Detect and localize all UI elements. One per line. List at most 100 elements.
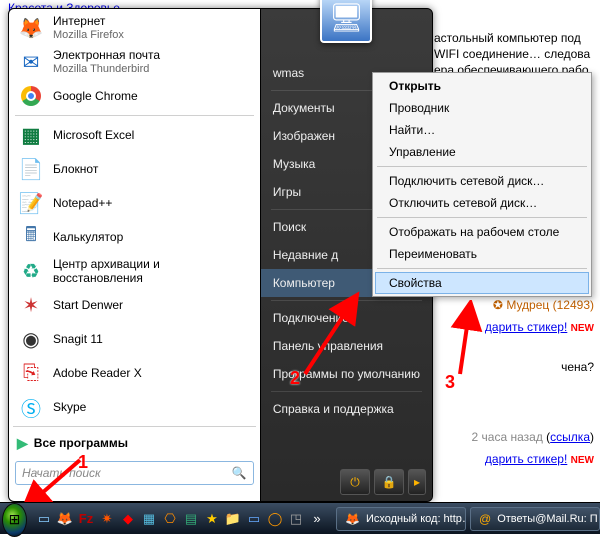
task-button-label: Ответы@Mail.Ru: П… <box>497 513 600 525</box>
cm-show-on-desktop[interactable]: Отображать на рабочем столе <box>375 221 589 243</box>
sticker-link[interactable]: дарить стикер! <box>485 320 567 334</box>
program-snagit[interactable]: ◉ Snagit 11 <box>11 322 258 356</box>
excel-icon: ▦ <box>17 121 45 149</box>
ql-filezilla-icon[interactable]: Fz <box>77 510 95 528</box>
cm-manage[interactable]: Управление <box>375 141 589 163</box>
ql-app-icon[interactable]: ▦ <box>140 510 158 528</box>
sticker-link[interactable]: дарить стикер! <box>485 452 567 466</box>
separator <box>271 300 422 301</box>
chrome-icon <box>17 82 45 110</box>
search-placeholder: Начать поиск <box>22 466 101 480</box>
program-notepadpp[interactable]: 📝 Notepad++ <box>11 186 258 220</box>
cm-map-drive[interactable]: Подключить сетевой диск… <box>375 170 589 192</box>
separator <box>377 268 587 269</box>
pinned-programs-list: 🦊 ИнтернетMozilla Firefox ✉ Электронная … <box>9 9 260 424</box>
start-button[interactable]: ⊞ <box>2 503 27 537</box>
task-button-mailru[interactable]: @ Ответы@Mail.Ru: П… <box>470 507 600 531</box>
notepad-icon: 📄 <box>17 155 45 183</box>
cm-rename[interactable]: Переименовать <box>375 243 589 265</box>
user-picture[interactable]: 🖥 <box>320 0 372 43</box>
user-rating: (12493) <box>553 298 594 312</box>
program-notepad[interactable]: 📄 Блокнот <box>11 152 258 186</box>
cm-properties[interactable]: Свойства <box>375 272 589 294</box>
new-badge: NEW <box>571 455 594 466</box>
quick-launch-bar: ▭ 🦊 Fz ✷ ◆ ▦ ⎔ ▤ ★ 📁 ▭ ◯ ◳ » <box>35 510 326 528</box>
search-input[interactable]: Начать поиск 🔍 <box>15 461 254 485</box>
thunderbird-icon: ✉ <box>17 48 45 76</box>
windows-logo-icon: ⊞ <box>9 511 21 528</box>
program-skype[interactable]: Ⓢ Skype <box>11 390 258 424</box>
separator <box>271 391 422 392</box>
step-label-1: 1 <box>78 452 88 473</box>
program-calculator[interactable]: 🖩 Калькулятор <box>11 220 258 254</box>
program-email[interactable]: ✉ Электронная почтаMozilla Thunderbird <box>11 45 258 79</box>
right-item-default-programs[interactable]: Программы по умолчанию <box>261 360 432 388</box>
right-item-control-panel[interactable]: Панель управления <box>261 332 432 360</box>
bg-text: астольный компьютер под <box>434 30 594 46</box>
mailru-icon: @ <box>479 512 491 526</box>
notepadpp-icon: 📝 <box>17 189 45 217</box>
start-menu: 🦊 ИнтернетMozilla Firefox ✉ Электронная … <box>8 8 433 502</box>
separator <box>13 426 256 427</box>
ql-chevron-icon[interactable]: » <box>308 510 326 528</box>
power-icon: ⏻ <box>350 475 360 490</box>
permalink[interactable]: ссылка <box>550 430 590 444</box>
separator <box>15 115 254 116</box>
lock-button[interactable]: 🔒 <box>374 469 404 495</box>
lock-icon: 🔒 <box>382 475 397 489</box>
separator <box>377 166 587 167</box>
task-button-label: Исходный код: http… <box>366 513 466 525</box>
bg-text: WIFI соединение… следова <box>434 46 594 62</box>
denwer-icon: ✶ <box>17 291 45 319</box>
ql-explorer-icon[interactable]: 📁 <box>224 510 242 528</box>
all-programs-button[interactable]: ▶ Все программы <box>9 429 260 457</box>
right-item-help[interactable]: Справка и поддержка <box>261 395 432 423</box>
program-excel[interactable]: ▦ Microsoft Excel <box>11 118 258 152</box>
user-rank[interactable]: Мудрец <box>506 298 549 312</box>
cm-open[interactable]: Открыть <box>375 75 589 97</box>
ql-app-icon[interactable]: ▤ <box>182 510 200 528</box>
ql-app-icon[interactable]: ◆ <box>119 510 137 528</box>
ql-app-icon[interactable]: ◯ <box>266 510 284 528</box>
backup-icon: ♻ <box>17 257 45 285</box>
ql-firefox-icon[interactable]: 🦊 <box>56 510 74 528</box>
firefox-icon: 🦊 <box>345 512 360 526</box>
taskbar-windows: 🦊 Исходный код: http… @ Ответы@Mail.Ru: … <box>336 507 600 531</box>
ql-app-icon[interactable]: ✷ <box>98 510 116 528</box>
start-menu-left-pane: 🦊 ИнтернетMozilla Firefox ✉ Электронная … <box>9 9 261 501</box>
cm-find[interactable]: Найти… <box>375 119 589 141</box>
power-button[interactable]: ⏻ <box>340 469 370 495</box>
taskbar: ⊞ ▭ 🦊 Fz ✷ ◆ ▦ ⎔ ▤ ★ 📁 ▭ ◯ ◳ » 🦊 Исходны… <box>0 502 600 534</box>
program-backup-center[interactable]: ♻ Центр архивации и восстановления <box>11 254 258 288</box>
search-icon: 🔍 <box>232 466 247 480</box>
cm-unmap-drive[interactable]: Отключить сетевой диск… <box>375 192 589 214</box>
ql-app-icon[interactable]: ★ <box>203 510 221 528</box>
program-internet[interactable]: 🦊 ИнтернетMozilla Firefox <box>11 11 258 45</box>
shutdown-buttons: ⏻ 🔒 ▸ <box>340 469 426 495</box>
ql-app-icon[interactable]: ⎔ <box>161 510 179 528</box>
ql-app-icon[interactable]: ▭ <box>245 510 263 528</box>
program-chrome[interactable]: Google Chrome <box>11 79 258 113</box>
right-item-connect[interactable]: Подключение <box>261 304 432 332</box>
question-fragment: чена? <box>561 360 594 374</box>
nick-icon: ✪ <box>493 298 506 312</box>
task-button-source[interactable]: 🦊 Исходный код: http… <box>336 507 466 531</box>
separator <box>377 217 587 218</box>
skype-icon: Ⓢ <box>17 393 45 421</box>
program-denwer[interactable]: ✶ Start Denwer <box>11 288 258 322</box>
time-ago: 2 часа назад <box>472 430 543 444</box>
arrow-right-icon: ▶ <box>17 435 28 452</box>
firefox-icon: 🦊 <box>17 14 45 42</box>
program-adobe-reader[interactable]: ⎘ Adobe Reader X <box>11 356 258 390</box>
ql-app-icon[interactable]: ◳ <box>287 510 305 528</box>
shutdown-options-button[interactable]: ▸ <box>408 469 426 495</box>
cm-explorer[interactable]: Проводник <box>375 97 589 119</box>
chevron-right-icon: ▸ <box>414 475 420 489</box>
step-label-3: 3 <box>445 372 455 393</box>
adobe-reader-icon: ⎘ <box>17 359 45 387</box>
computer-context-menu: Открыть Проводник Найти… Управление Подк… <box>372 72 592 297</box>
step-label-2: 2 <box>290 368 300 389</box>
new-badge: NEW <box>571 323 594 334</box>
all-programs-label: Все программы <box>34 436 128 450</box>
ql-show-desktop-icon[interactable]: ▭ <box>35 510 53 528</box>
